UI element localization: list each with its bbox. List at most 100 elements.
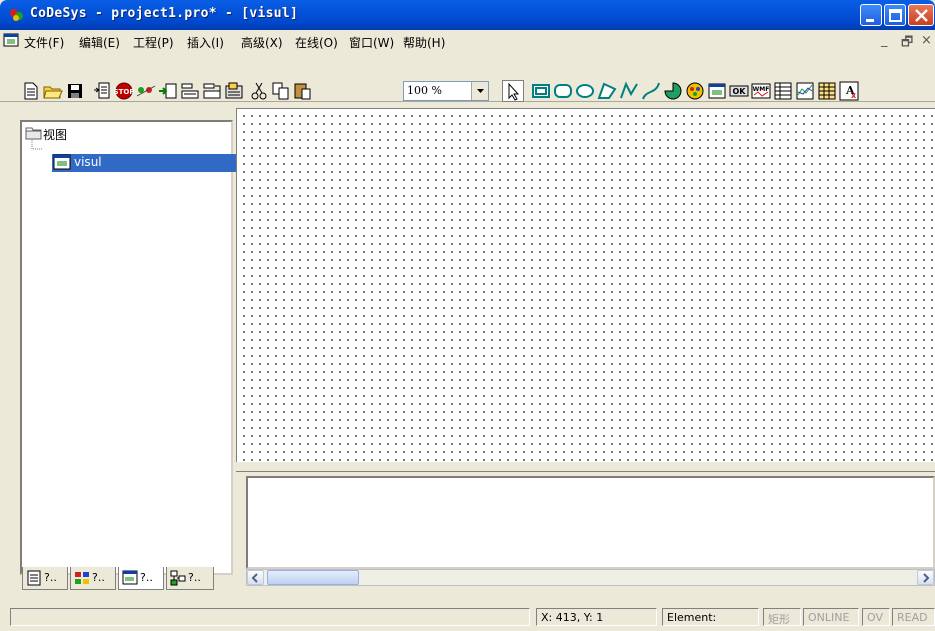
menu-extras[interactable]: 高级(X) bbox=[241, 34, 283, 51]
visualization-editor-canvas[interactable] bbox=[236, 108, 935, 462]
menu-insert[interactable]: 插入(I) bbox=[187, 34, 224, 51]
tree-root-node[interactable]: 视图 bbox=[43, 126, 67, 143]
stop-icon: STOP bbox=[114, 82, 135, 100]
scroll-right-button[interactable] bbox=[917, 570, 934, 585]
maximize-button[interactable] bbox=[884, 4, 906, 26]
scroll-thumb[interactable] bbox=[267, 570, 359, 585]
open-folder-icon bbox=[43, 86, 63, 99]
data-types-icon bbox=[75, 572, 89, 584]
ok-button-icon: OK bbox=[729, 85, 749, 97]
window-title: CoDeSys - project1.pro* - [visul] bbox=[30, 6, 299, 21]
step-over-icon bbox=[181, 83, 199, 99]
tab-label: ?.. bbox=[188, 571, 201, 584]
minimize-icon bbox=[866, 19, 874, 22]
tab-label: ?.. bbox=[44, 571, 57, 584]
visualization-object-icon bbox=[53, 154, 71, 170]
zoom-combobox[interactable]: 100 % bbox=[403, 81, 489, 101]
menu-project[interactable]: 工程(P) bbox=[133, 34, 174, 51]
menu-edit[interactable]: 编辑(E) bbox=[79, 34, 120, 51]
message-window[interactable] bbox=[246, 476, 935, 569]
rectangle-icon bbox=[532, 84, 550, 98]
horizontal-scrollbar[interactable] bbox=[246, 569, 935, 586]
object-organizer-panel: 视图 visul bbox=[14, 113, 236, 597]
text-tool-button[interactable]: Ax bbox=[838, 80, 860, 102]
menu-window[interactable]: 窗口(W) bbox=[349, 34, 394, 51]
status-bar: X: 413, Y: 1 Element: 矩形 ONLINE OV READ bbox=[0, 600, 935, 631]
status-overwrite: OV bbox=[862, 608, 890, 626]
tab-data-types[interactable]: ?.. bbox=[70, 567, 116, 590]
close-icon bbox=[915, 9, 928, 22]
mdi-close-button[interactable]: × bbox=[921, 33, 932, 48]
document-window-icon[interactable] bbox=[3, 33, 19, 47]
polygon-tool-button[interactable] bbox=[596, 80, 618, 102]
trend-tool-button[interactable] bbox=[794, 80, 816, 102]
rectangle-tool-button[interactable] bbox=[530, 80, 552, 102]
polyline-tool-button[interactable] bbox=[618, 80, 640, 102]
breakpoint-button[interactable] bbox=[135, 80, 157, 102]
visualization-tab-icon bbox=[122, 570, 138, 585]
status-coordinates: X: 413, Y: 1 bbox=[536, 608, 657, 626]
rounded-rectangle-icon bbox=[554, 84, 572, 98]
step-over-button[interactable] bbox=[179, 80, 201, 102]
menu-online[interactable]: 在线(O) bbox=[295, 34, 338, 51]
polygon-icon bbox=[597, 82, 617, 99]
minimize-button[interactable] bbox=[860, 4, 882, 26]
button-tool-button[interactable]: OK bbox=[728, 80, 750, 102]
ellipse-tool-button[interactable] bbox=[574, 80, 596, 102]
status-message-area bbox=[10, 608, 530, 626]
bitmap-tool-button[interactable] bbox=[684, 80, 706, 102]
zoom-dropdown-button[interactable] bbox=[471, 82, 488, 100]
polyline-icon bbox=[620, 81, 638, 99]
status-read: READ bbox=[892, 608, 935, 626]
tab-visualizations[interactable]: ?.. bbox=[118, 567, 164, 590]
cut-button[interactable] bbox=[248, 80, 270, 102]
build-button[interactable] bbox=[91, 80, 113, 102]
paste-button[interactable] bbox=[292, 80, 314, 102]
paste-icon bbox=[294, 83, 311, 100]
editor-splitter[interactable] bbox=[236, 462, 935, 472]
visualization-icon bbox=[708, 83, 726, 99]
text-format-icon: Ax bbox=[839, 81, 859, 101]
copy-button[interactable] bbox=[270, 80, 292, 102]
menu-file[interactable]: 文件(F) bbox=[24, 34, 64, 51]
maximize-icon bbox=[889, 9, 902, 22]
object-tree[interactable]: 视图 visul bbox=[20, 120, 236, 575]
status-element: Element: bbox=[662, 608, 759, 626]
trend-icon bbox=[796, 82, 814, 100]
wmf-tool-button[interactable]: WMF bbox=[750, 80, 772, 102]
open-file-button[interactable] bbox=[42, 80, 64, 102]
svg-text:x: x bbox=[851, 91, 857, 100]
tree-connector-icon bbox=[31, 140, 42, 150]
close-button[interactable] bbox=[908, 4, 934, 26]
codesys-app-icon[interactable] bbox=[9, 7, 25, 23]
tab-label: ?.. bbox=[140, 571, 153, 584]
new-file-icon bbox=[24, 82, 38, 100]
stop-button[interactable]: STOP bbox=[113, 80, 135, 102]
pie-tool-button[interactable] bbox=[662, 80, 684, 102]
alarm-table-tool-button[interactable] bbox=[816, 80, 838, 102]
write-values-button[interactable] bbox=[223, 80, 245, 102]
bitmap-icon bbox=[686, 82, 704, 100]
tab-resources[interactable]: ?.. bbox=[166, 567, 214, 590]
alarm-table-icon bbox=[818, 82, 836, 100]
tab-label: ?.. bbox=[92, 571, 105, 584]
curve-tool-button[interactable] bbox=[640, 80, 662, 102]
chevron-right-icon bbox=[923, 573, 930, 583]
visualization-tool-button[interactable] bbox=[706, 80, 728, 102]
scroll-left-button[interactable] bbox=[247, 570, 264, 585]
table-tool-button[interactable] bbox=[772, 80, 794, 102]
zoom-value: 100 % bbox=[407, 84, 442, 97]
step-in-button[interactable] bbox=[157, 80, 179, 102]
mdi-minimize-button[interactable]: _ bbox=[881, 33, 888, 48]
save-button[interactable] bbox=[64, 80, 86, 102]
svg-text:STOP: STOP bbox=[114, 88, 135, 96]
tab-pous[interactable]: ?.. bbox=[22, 567, 68, 590]
new-file-button[interactable] bbox=[20, 80, 42, 102]
single-cycle-button[interactable] bbox=[201, 80, 223, 102]
select-tool-button[interactable] bbox=[502, 80, 524, 102]
tree-child-node-visul[interactable]: visul bbox=[74, 155, 102, 169]
menu-help[interactable]: 帮助(H) bbox=[403, 34, 445, 51]
chevron-left-icon bbox=[251, 573, 258, 583]
rounded-rectangle-tool-button[interactable] bbox=[552, 80, 574, 102]
build-icon bbox=[94, 82, 110, 99]
